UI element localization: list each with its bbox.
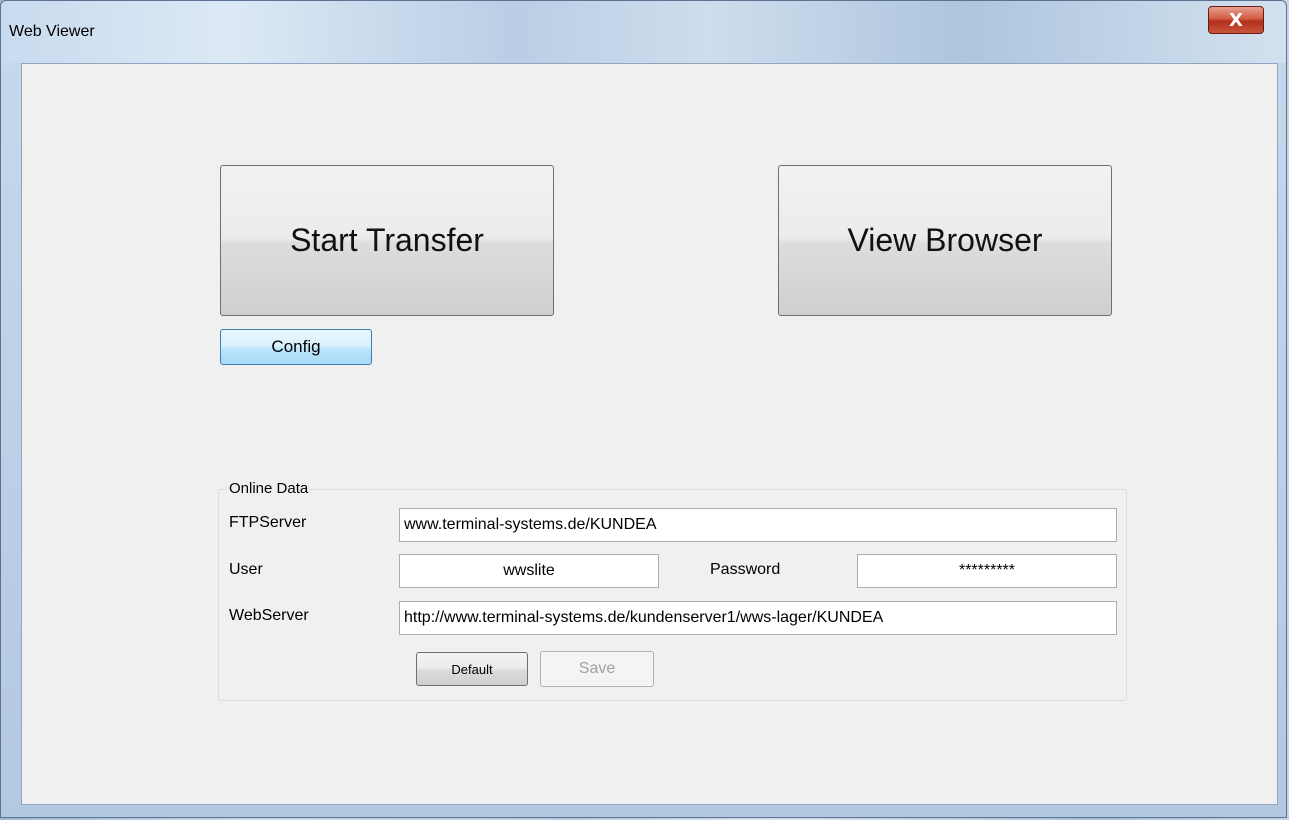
password-label: Password — [710, 561, 781, 578]
client-area: Start Transfer View Browser Config Onlin… — [21, 63, 1278, 805]
online-data-legend: Online Data — [227, 480, 311, 497]
config-button[interactable]: Config — [220, 329, 372, 365]
title-bar[interactable]: Web Viewer X — [1, 1, 1286, 63]
default-button[interactable]: Default — [416, 652, 528, 686]
ftp-server-label: FTPServer — [229, 514, 307, 531]
web-server-label: WebServer — [229, 607, 309, 624]
start-transfer-button[interactable]: Start Transfer — [220, 165, 554, 316]
ftp-server-field[interactable] — [399, 508, 1117, 542]
password-field[interactable] — [857, 554, 1117, 588]
save-button[interactable]: Save — [540, 651, 654, 687]
web-viewer-window: Web Viewer X Start Transfer View Browser… — [0, 0, 1287, 818]
window-title: Web Viewer — [9, 23, 95, 40]
user-field[interactable] — [399, 554, 659, 588]
close-button[interactable]: X — [1208, 6, 1264, 34]
view-browser-button[interactable]: View Browser — [778, 165, 1112, 316]
user-label: User — [229, 561, 263, 578]
close-icon: X — [1229, 9, 1243, 31]
web-server-field[interactable] — [399, 601, 1117, 635]
online-data-group: Online Data FTPServer User Password WebS… — [218, 480, 1127, 701]
